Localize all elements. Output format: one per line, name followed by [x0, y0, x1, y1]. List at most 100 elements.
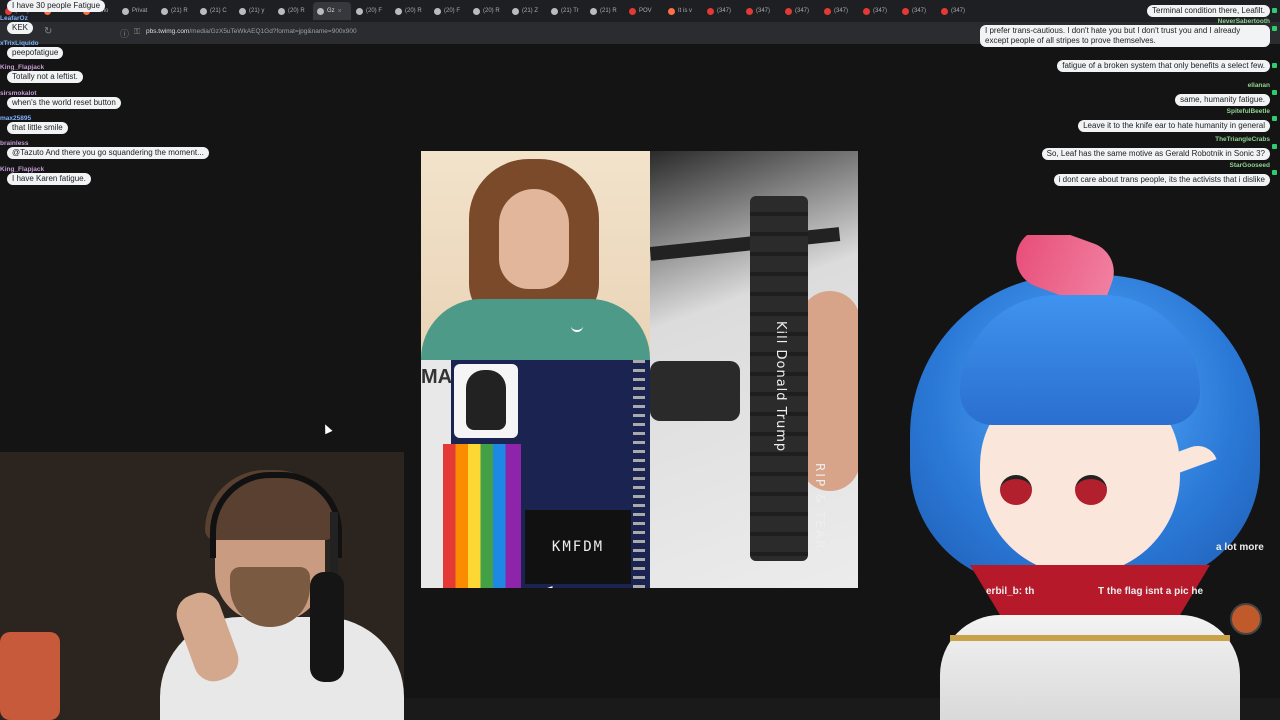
chat-badge-icon [1272, 90, 1277, 95]
avatar-eye-right [1075, 475, 1107, 505]
tab-favicon-icon [902, 7, 909, 15]
browser-tab[interactable]: (21) R [586, 2, 624, 20]
image-quadrant-notebook: MA DEFEND EQUALITY KMFDM [421, 360, 650, 588]
rifle-handguard: Kill Donald Trump RIP & TEAR [750, 196, 827, 561]
tab-favicon-icon [278, 7, 285, 15]
chat-badge-icon [1272, 26, 1277, 31]
chat-message: ellanan same, humanity fatigue. [970, 82, 1277, 107]
tab-favicon-icon [317, 7, 324, 15]
browser-tab[interactable]: It is v [664, 2, 702, 20]
chat-message: max25895 that little smile [0, 115, 230, 134]
tab-label: (347) [912, 8, 927, 14]
chat-message: brainless @Tazuto And there you go squand… [0, 140, 230, 159]
tab-favicon-icon [590, 7, 597, 15]
chat-message: King_Flapjack I have Karen fatigue. [0, 166, 230, 185]
tab-favicon-icon [512, 7, 519, 15]
browser-tab[interactable]: (21) Tr [547, 2, 585, 20]
tab-label: (347) [756, 8, 771, 14]
browser-tab[interactable]: (20) R [469, 2, 507, 20]
tab-label: (347) [873, 8, 888, 14]
chat-message-text: KEK [7, 22, 34, 34]
image-quadrant-portrait [421, 151, 650, 360]
tab-label: (21) Tr [561, 8, 579, 14]
tab-favicon-icon [668, 7, 675, 15]
chat-username: brainless [0, 140, 29, 147]
tab-label: (347) [795, 8, 810, 14]
browser-tab[interactable]: Gz × [313, 2, 351, 20]
browser-tab[interactable]: POV [625, 2, 663, 20]
chat-username: LeafarOz [0, 15, 28, 22]
chat-username: TheTriangleCrabs [1215, 136, 1270, 143]
tab-favicon-icon [863, 7, 870, 15]
tab-label: (347) [717, 8, 732, 14]
browser-tab[interactable]: (21) Z [508, 2, 546, 20]
chat-message: Terminal condition there, Leafilt. [970, 0, 1277, 18]
chat-username: xTrixLiquido [0, 40, 39, 47]
chat-badge-icon [1272, 144, 1277, 149]
gargoyle-sticker [454, 364, 518, 438]
chat-username: SpitefulBeetle [1226, 108, 1270, 115]
browser-tab[interactable]: (347) [898, 2, 936, 20]
browser-tab[interactable]: (347) [820, 2, 858, 20]
tab-label: (20) F [444, 8, 461, 14]
chat-username: StarGooseed [1229, 162, 1270, 169]
chat-username: King_Flapjack [0, 64, 45, 71]
viewed-image[interactable]: Kill Donald Trump RIP & TEAR MA DEFEND E… [421, 151, 858, 588]
tab-label: It is v [678, 8, 693, 14]
tab-label: (347) [834, 8, 849, 14]
chat-message: I have 30 people Fatigue [0, 0, 230, 12]
tab-favicon-icon [785, 7, 792, 15]
image-quadrant-rifle: Kill Donald Trump RIP & TEAR [650, 151, 858, 588]
browser-tab[interactable]: (347) [742, 2, 780, 20]
chat-username: King_Flapjack [0, 166, 45, 173]
chat-message-text: So, Leaf has the same motive as Gerald R… [1041, 148, 1270, 160]
tab-label: (21) Z [522, 8, 539, 14]
browser-tab[interactable]: (20) F [352, 2, 390, 20]
tab-favicon-icon [746, 7, 753, 15]
browser-tab[interactable]: (20) F [430, 2, 468, 20]
tab-favicon-icon [941, 7, 948, 15]
overlay-chat-line: T the flag isnt a pic he [1098, 586, 1204, 597]
tab-favicon-icon [356, 7, 363, 15]
tab-label: Gz [327, 8, 335, 14]
tab-favicon-icon [551, 7, 558, 15]
tab-label: (20) R [483, 8, 500, 14]
close-tab-icon[interactable]: × [338, 8, 342, 15]
chat-message-text: fatigue of a broken system that only ben… [1057, 60, 1270, 72]
chat-message: StarGooseed i dont care about trans peopl… [970, 162, 1277, 187]
tab-favicon-icon [629, 7, 636, 15]
tab-label: POV [639, 8, 652, 14]
chat-username: ellanan [1247, 82, 1270, 89]
chat-message: TheTriangleCrabs So, Leaf has the same mo… [970, 136, 1277, 161]
chat-badge-icon [1272, 170, 1277, 175]
chat-message: King_Flapjack Totally not a leftist. [0, 64, 230, 83]
tab-label: (347) [951, 8, 966, 14]
handguard-text-1: Kill Donald Trump [773, 321, 788, 453]
rainbow-flag-sticker: DEFEND EQUALITY [443, 444, 555, 588]
browser-tab[interactable]: (347) [781, 2, 819, 20]
chat-message-text: I have Karen fatigue. [7, 173, 91, 185]
chat-message-text: I prefer trans-cautious. I don't hate yo… [980, 25, 1270, 47]
notebook-text: MA [421, 366, 453, 388]
browser-tab[interactable]: (20) R [391, 2, 429, 20]
overlay-chat-line: erbil_b: th [986, 586, 1035, 597]
chat-username: sirsmokalot [0, 90, 37, 97]
chat-message: LeafarOz KEK [0, 15, 230, 34]
browser-tab[interactable]: (20) R [274, 2, 312, 20]
chat-message-text: that little smile [7, 122, 68, 134]
chat-message: fatigue of a broken system that only ben… [970, 55, 1277, 73]
rifle-body [650, 361, 740, 421]
chat-message-text: @Tazuto And there you go squandering the… [7, 147, 209, 159]
browser-tab[interactable]: (21) y [235, 2, 273, 20]
tab-favicon-icon [239, 7, 246, 15]
chat-message: sirsmokalot when's the world reset button [0, 90, 230, 109]
chat-username: NeverSabertooth [1217, 18, 1270, 25]
chat-username: max25895 [0, 115, 32, 122]
hand [800, 291, 858, 491]
browser-tab[interactable]: (347) [859, 2, 897, 20]
browser-tab[interactable]: (347) [703, 2, 741, 20]
chat-message-text: Leave it to the knife ear to hate humani… [1078, 120, 1270, 132]
tab-label: (20) F [366, 8, 383, 14]
tab-favicon-icon [434, 7, 441, 15]
tab-label: (20) R [405, 8, 422, 14]
